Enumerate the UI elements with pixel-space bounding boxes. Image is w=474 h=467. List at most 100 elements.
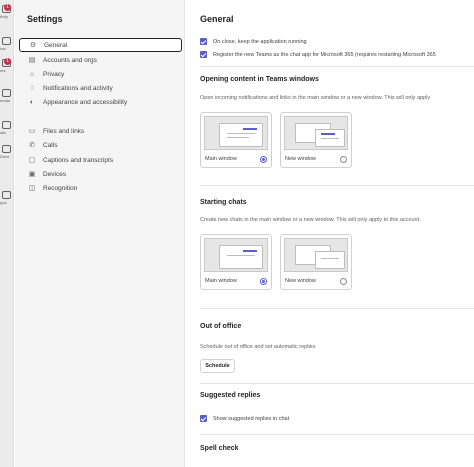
rail-item-teams[interactable]: 1 ms [0, 58, 13, 78]
bell-icon: ♢ [28, 85, 36, 92]
nav-item-label: Devices [43, 170, 67, 178]
nav-item-files[interactable]: ▭ Files and links [19, 124, 182, 138]
nav-item-label: Calls [43, 141, 58, 149]
rail-item-activity[interactable]: 1 tivity [0, 4, 13, 24]
divider [200, 383, 474, 384]
nav-item-label: Appearance and accessibility [43, 98, 128, 106]
radio-selected[interactable] [260, 156, 267, 163]
rail-item-onedrive[interactable]: Drive [0, 144, 13, 164]
section-desc: Create new chats in the main window or a… [200, 217, 421, 223]
preview-line [321, 138, 339, 139]
option-card-main-window[interactable]: Main window [200, 112, 272, 168]
section-title-opening-content: Opening content in Teams windows [200, 76, 319, 83]
suggested-replies-checkbox[interactable]: Show suggested replies in chat [200, 415, 289, 422]
option-label: New window [285, 278, 316, 284]
preview-window [219, 123, 263, 147]
checkbox-label: Show suggested replies in chat [213, 415, 290, 422]
preview-window [219, 245, 263, 269]
rail-caption: pps [0, 200, 7, 205]
accounts-icon: ▤ [28, 57, 36, 64]
option-card-new-window[interactable]: New window [280, 112, 352, 168]
section-title-suggested-replies: Suggested replies [200, 392, 261, 399]
notification-badge: 1 [4, 58, 11, 65]
new-window-preview [284, 238, 348, 272]
section-desc: Schedule out of office and set automatic… [200, 344, 316, 350]
option-label: New window [285, 156, 316, 162]
nav-item-accounts[interactable]: ▤ Accounts and orgs [19, 53, 182, 67]
nav-item-general[interactable]: ⚙ General [19, 38, 182, 52]
rail-item-calls[interactable]: alls [0, 120, 13, 140]
preview-line [227, 137, 249, 138]
recognition-icon: ◫ [28, 185, 36, 192]
nav-item-notifications[interactable]: ♢ Notifications and activity [19, 81, 182, 95]
rail-item-chat[interactable]: hat [0, 36, 13, 56]
option-label: Main window [205, 156, 237, 162]
radio-unselected[interactable] [340, 278, 347, 285]
new-window-preview [284, 116, 348, 150]
rail-caption: hat [0, 46, 6, 51]
nav-item-label: Privacy [43, 70, 65, 78]
app-rail: 1 tivity hat 1 ms endar alls Drive pps [0, 0, 14, 467]
nav-item-appearance[interactable]: ◐ Appearance and accessibility [19, 95, 182, 109]
nav-item-label: General [44, 41, 68, 49]
settings-title: Settings [27, 14, 63, 24]
nav-item-privacy[interactable]: ⌂ Privacy [19, 67, 182, 81]
option-card-chat-main-window[interactable]: Main window [200, 234, 272, 290]
main-window-preview [204, 238, 268, 272]
calendar-icon [2, 89, 11, 97]
gear-icon: ⚙ [29, 42, 37, 49]
rail-item-calendar[interactable]: endar [0, 88, 13, 108]
preview-accent [243, 128, 257, 130]
rail-caption: alls [0, 130, 7, 135]
nav-item-label: Notifications and activity [43, 84, 113, 92]
nav-item-label: Recognition [43, 184, 78, 192]
option-label: Main window [205, 278, 237, 284]
keep-running-checkbox[interactable]: On close, keep the application running [200, 38, 307, 45]
checkbox-label: On close, keep the application running [213, 38, 307, 45]
preview-line [227, 133, 255, 134]
calls-icon [2, 121, 11, 129]
register-chat-app-checkbox[interactable]: Register the new Teams as the chat app f… [200, 51, 436, 58]
divider [200, 185, 474, 186]
nav-item-devices[interactable]: ▣ Devices [19, 167, 182, 181]
rail-item-apps[interactable]: pps [0, 190, 13, 210]
option-card-chat-new-window[interactable]: New window [280, 234, 352, 290]
appearance-icon: ◐ [29, 98, 35, 106]
file-icon: ▭ [28, 128, 36, 135]
checkbox-checked-icon [200, 51, 207, 58]
nav-item-calls[interactable]: ✆ Calls [19, 138, 182, 152]
section-title-out-of-office: Out of office [200, 323, 242, 330]
nav-item-label: Files and links [43, 127, 85, 135]
apps-icon [2, 191, 11, 199]
checkbox-checked-icon [200, 415, 207, 422]
captions-icon: ▢ [28, 157, 36, 164]
main-window-preview [204, 116, 268, 150]
preview-popout-window [315, 251, 345, 269]
preview-accent [321, 133, 335, 135]
nav-item-label: Accounts and orgs [43, 56, 97, 64]
nav-item-label: Captions and transcripts [43, 156, 114, 164]
checkbox-label: Register the new Teams as the chat app f… [213, 51, 436, 58]
radio-unselected[interactable] [340, 156, 347, 163]
settings-nav: Settings ⚙ General ▤ Accounts and orgs ⌂… [15, 0, 185, 467]
preview-line [321, 258, 339, 259]
notification-badge: 1 [4, 4, 11, 11]
checkbox-checked-icon [200, 38, 207, 45]
section-desc: Open incoming notifications and links in… [200, 95, 431, 101]
chat-icon [2, 37, 11, 45]
rail-caption: endar [0, 98, 11, 103]
onedrive-icon [2, 145, 11, 153]
section-title-starting-chats: Starting chats [200, 199, 247, 206]
preview-line [227, 255, 255, 256]
nav-item-captions[interactable]: ▢ Captions and transcripts [19, 153, 182, 167]
rail-caption: ms [0, 68, 6, 73]
phone-icon: ✆ [29, 142, 35, 149]
radio-selected[interactable] [260, 278, 267, 285]
settings-content: General On close, keep the application r… [186, 0, 474, 467]
rail-caption: Drive [0, 154, 10, 159]
schedule-button[interactable]: Schedule [200, 359, 235, 373]
divider [200, 66, 474, 67]
lock-icon: ⌂ [29, 70, 35, 78]
teams-app: 1 tivity hat 1 ms endar alls Drive pps S… [0, 0, 474, 467]
nav-item-recognition[interactable]: ◫ Recognition [19, 181, 182, 195]
